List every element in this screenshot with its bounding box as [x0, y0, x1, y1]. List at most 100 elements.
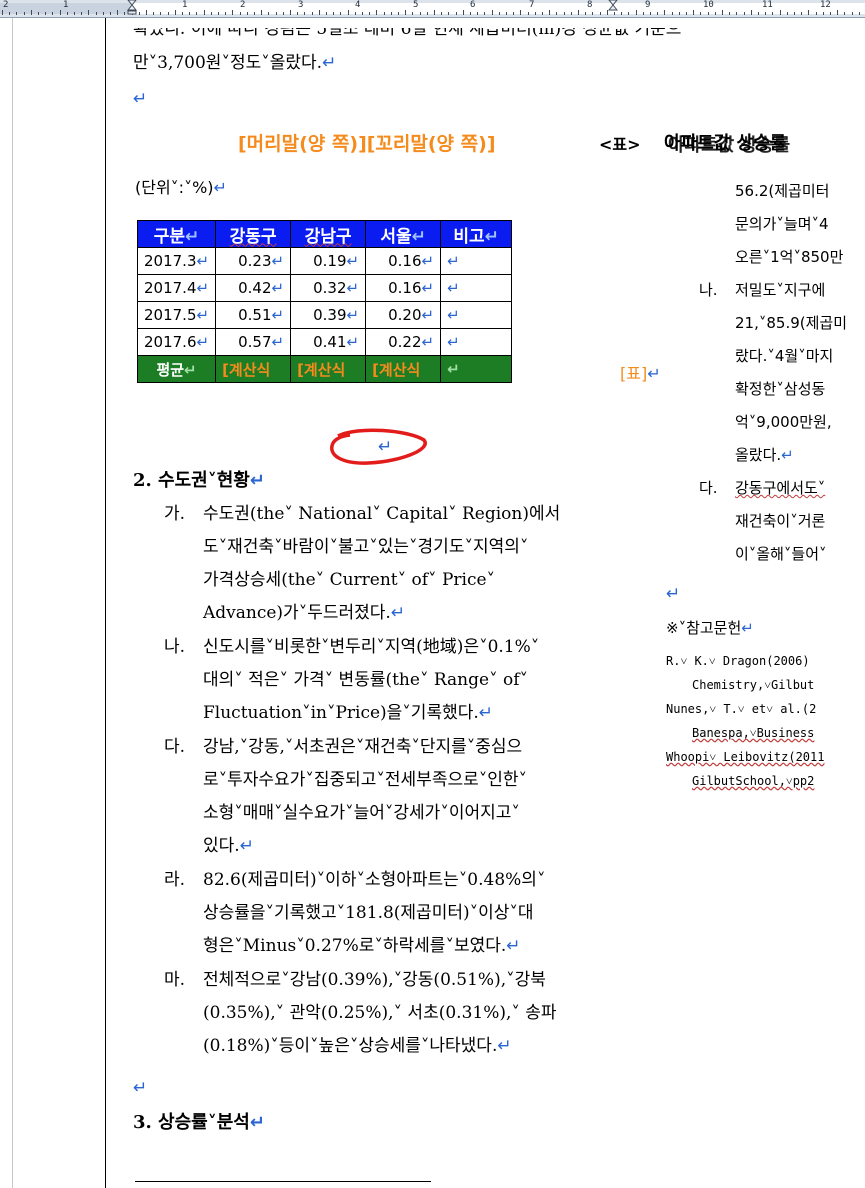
list-marker: 라.: [164, 870, 186, 890]
ruler-tick: [434, 10, 435, 15]
ruler-tick: [535, 12, 536, 15]
table-row: 2017.4↵ 0.42↵ 0.32↵ 0.16↵ ↵: [136, 274, 513, 302]
ruler-tick: [672, 12, 673, 15]
ruler-tick: [103, 12, 104, 15]
ruler-tick: [441, 12, 442, 15]
horizontal-ruler[interactable]: 2 1 1 2 3 4 5 6 7 8 9 10 11 12: [0, 0, 865, 18]
list-item-line: Fluctuation˅in˅Price)을˅기록했다.↵: [203, 703, 494, 723]
table-cell: 2017.6↵: [136, 328, 217, 356]
list-item-line: (0.35%),˅ 관악(0.25%),˅ 서초(0.31%),˅ 송파: [203, 1003, 557, 1023]
table-cell: 0.42↵: [215, 274, 292, 302]
ruler-tick: [355, 12, 356, 15]
ruler-tick: [304, 12, 305, 15]
ruler-tick: [636, 10, 637, 15]
ruler-tick: [571, 12, 572, 15]
ruler-tick: [657, 12, 658, 15]
ruler-tick: [679, 12, 680, 15]
ruler-tick: [276, 12, 277, 15]
ruler-tick: [765, 12, 766, 15]
table-cell: ↵: [440, 274, 513, 302]
table-row: 2017.5↵ 0.51↵ 0.39↵ 0.20↵ ↵: [136, 301, 513, 329]
data-table[interactable]: 구분↵ 강동구 강남구 서울↵ 비고↵ 2017.3↵ 0.23↵ 0.19↵ …: [136, 220, 513, 383]
ruler-tick: [290, 10, 291, 15]
ruler-tick: [384, 12, 385, 15]
ruler-tick: [175, 10, 176, 15]
ruler-tick: [628, 12, 629, 15]
list-marker: 마.: [164, 970, 186, 990]
header-footer-fields[interactable]: [머리말(양 쪽)][꼬리말(양 쪽)]: [238, 133, 496, 155]
ruler-tick: [844, 12, 845, 15]
table-cell: 0.51↵: [215, 301, 292, 329]
ruler-tick: [427, 12, 428, 15]
ruler-tick: [2, 10, 3, 15]
ruler-tick: [708, 12, 709, 15]
ruler-tick: [859, 12, 860, 15]
ruler-tick: [736, 12, 737, 15]
ruler-tick: [225, 12, 226, 15]
ruler-number: 3: [298, 0, 304, 10]
table-cell: 0.20↵: [365, 301, 442, 329]
ruler-tick: [506, 12, 507, 15]
ruler-tick: [362, 12, 363, 15]
ruler-tick: [240, 12, 241, 15]
ruler-tick: [772, 12, 773, 15]
right-column-line: 억˅9,000만원,: [735, 413, 832, 431]
unit-label: (단위˅:˅%)↵: [135, 178, 227, 197]
left-gutter: [0, 18, 13, 1188]
header-cell: 서울↵: [365, 220, 442, 248]
ruler-tick: [852, 12, 853, 15]
right-column-line: 오른˅1억˅850만: [735, 248, 844, 266]
ruler-tick: [204, 10, 205, 15]
table-cell: 2017.4↵: [136, 274, 217, 302]
table-cell: 2017.5↵: [136, 301, 217, 329]
header-cell: 비고↵: [440, 220, 513, 248]
ruler-number: 6: [470, 0, 476, 10]
ruler-tick: [139, 12, 140, 15]
paragraph-line: 만˅3,700원˅정도˅올랐다.↵: [133, 53, 337, 73]
ruler-tick: [794, 12, 795, 15]
ruler-tick: [391, 12, 392, 15]
ruler-tick: [96, 12, 97, 15]
ruler-tick: [52, 12, 53, 15]
ruler-tick: [564, 12, 565, 15]
ruler-tick: [650, 12, 651, 15]
ruler-tick: [549, 10, 550, 15]
right-column-line: 21,˅85.9(제곱미: [735, 314, 848, 332]
reference-line: Banespa,˅Business: [692, 726, 815, 740]
ruler-tick: [456, 12, 457, 15]
section-heading: 3. 상승률˅분석↵: [133, 1112, 265, 1133]
ruler-tick: [420, 12, 421, 15]
ruler-tick: [168, 12, 169, 15]
ruler-tick: [808, 10, 809, 15]
reference-line: Nunes,˅ T.˅ et˅ al.(2: [666, 702, 817, 716]
table-cell: 0.16↵: [365, 274, 442, 302]
ruler-tick: [470, 12, 471, 15]
ruler-tick: [376, 10, 377, 15]
ruler-tick: [542, 12, 543, 15]
ruler-tick: [700, 12, 701, 15]
ruler-tick: [751, 10, 752, 15]
reference-line: GilbutSchool,˅pp2: [692, 774, 815, 788]
ruler-tick: [528, 12, 529, 15]
ruler-tick: [31, 10, 32, 15]
right-indent-marker-icon[interactable]: [608, 0, 618, 15]
ruler-tick: [520, 10, 521, 15]
footer-cell: [계산식: [215, 355, 292, 383]
ruler-tick: [348, 10, 349, 15]
list-item-line: 가격상승세(the˅ Current˅ of˅ Price˅: [203, 570, 496, 590]
indent-marker-icon[interactable]: [127, 0, 137, 15]
ruler-tick: [45, 12, 46, 15]
list-item-line: 82.6(제곱미터)˅이하˅소형아파트는˅0.48%의˅: [203, 870, 546, 890]
ruler-tick: [81, 12, 82, 15]
ruler-tick: [16, 12, 17, 15]
table-field-tag: [표]↵: [620, 364, 661, 383]
ruler-tick: [117, 10, 118, 15]
ruler-number: 5: [413, 0, 419, 10]
right-column-line: 확정한˅삼성동: [735, 380, 826, 398]
ruler-tick: [816, 12, 817, 15]
list-item-line: 로˅투자수요가˅집중되고˅전세부족으로˅인한˅: [203, 770, 528, 790]
list-item-line: 있다.↵: [203, 836, 254, 856]
list-marker: 다.: [164, 737, 186, 757]
ruler-tick: [268, 12, 269, 15]
ruler-tick: [398, 12, 399, 15]
